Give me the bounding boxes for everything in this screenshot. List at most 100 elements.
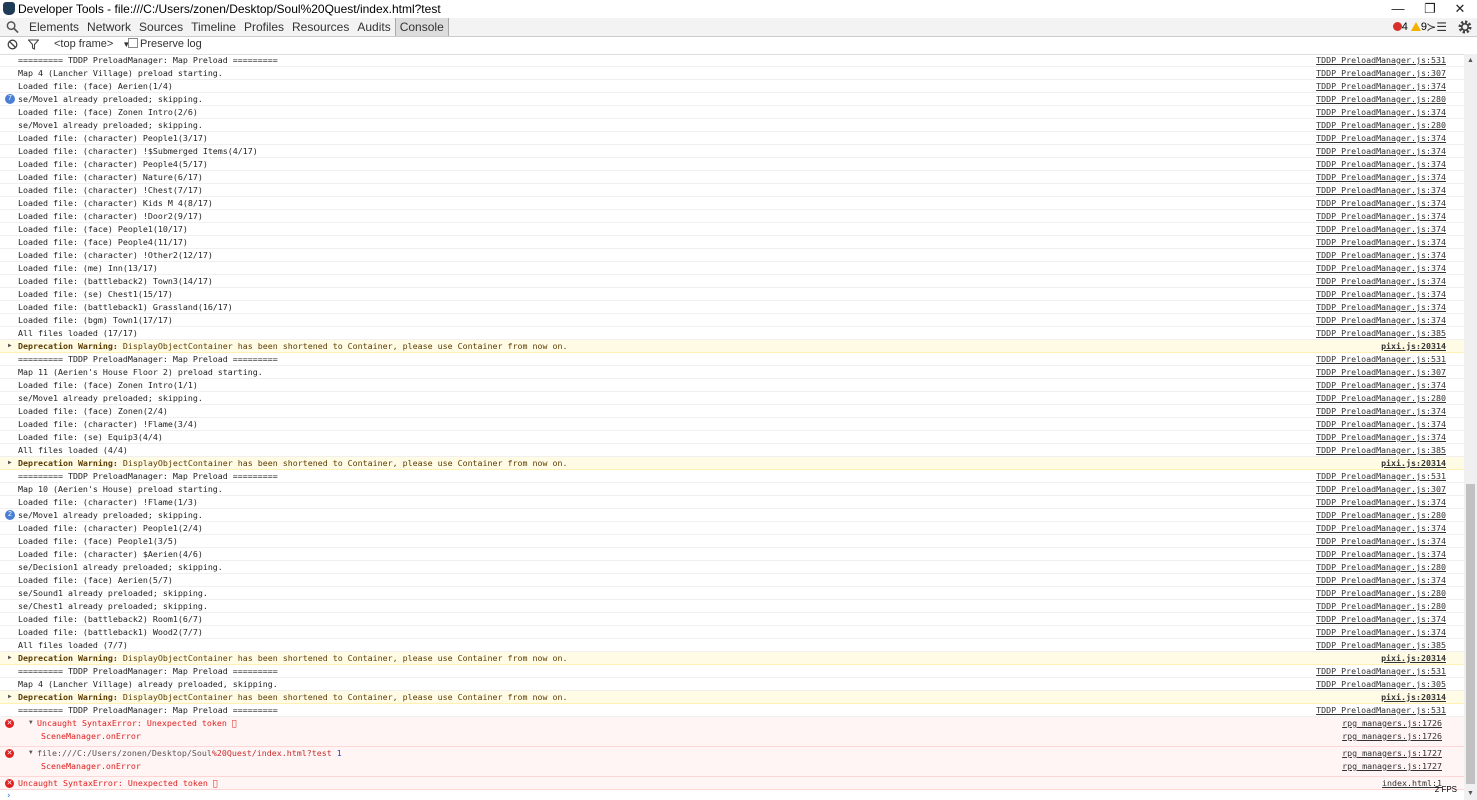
restore-button[interactable]: ❐	[1415, 0, 1445, 18]
error-source-link[interactable]: index.html:1	[1382, 777, 1442, 789]
source-link[interactable]: pixi.js:20314	[1381, 340, 1446, 352]
source-link[interactable]: TDDP PreloadManager.js:374	[1316, 574, 1446, 586]
console-log-row[interactable]: ========= TDDP PreloadManager: Map Prelo…	[0, 665, 1464, 678]
source-link[interactable]: TDDP PreloadManager.js:374	[1316, 275, 1446, 287]
console-log-row[interactable]: Loaded file: (character) !Other2(12/17) T…	[0, 249, 1464, 262]
source-link[interactable]: TDDP PreloadManager.js:385	[1316, 444, 1446, 456]
console-log-row[interactable]: se/Decision1 already preloaded; skipping…	[0, 561, 1464, 574]
source-link[interactable]: TDDP PreloadManager.js:531	[1316, 353, 1446, 365]
console-log-row[interactable]: Loaded file: (bgm) Town1(17/17) TDDP Prel…	[0, 314, 1464, 327]
issue-counts[interactable]: 4 9	[1392, 18, 1427, 36]
console-log-row[interactable]: se/Move1 already preloaded; skipping. TDD…	[0, 119, 1464, 132]
scroll-up-arrow-icon[interactable]: ▲	[1467, 57, 1474, 64]
console-log-row[interactable]: Loaded file: (face) People1(3/5) TDDP Pre…	[0, 535, 1464, 548]
console-log-row[interactable]: Loaded file: (character) $Aerien(4/6) TDD…	[0, 548, 1464, 561]
source-link[interactable]: TDDP PreloadManager.js:374	[1316, 249, 1446, 261]
tab-sources[interactable]: Sources	[135, 18, 187, 36]
source-link[interactable]: TDDP PreloadManager.js:374	[1316, 314, 1446, 326]
source-link[interactable]: TDDP PreloadManager.js:374	[1316, 197, 1446, 209]
console-warning-row[interactable]: ▶ Deprecation Warning: DisplayObjectConta…	[0, 340, 1464, 353]
source-link[interactable]: pixi.js:20314	[1381, 457, 1446, 469]
console-warning-row[interactable]: ▶ Deprecation Warning: DisplayObjectConta…	[0, 652, 1464, 665]
expand-triangle-icon[interactable]: ▶	[8, 652, 12, 664]
source-link[interactable]: TDDP PreloadManager.js:374	[1316, 80, 1446, 92]
source-link[interactable]: TDDP PreloadManager.js:374	[1316, 379, 1446, 391]
tab-resources[interactable]: Resources	[288, 18, 353, 36]
stack-frame-link[interactable]: rpg managers.js:1726	[1342, 730, 1442, 742]
error-source-link[interactable]: rpg managers.js:1726	[1342, 717, 1442, 729]
console-log-row[interactable]: Loaded file: (character) People1(3/17) TD…	[0, 132, 1464, 145]
source-link[interactable]: TDDP PreloadManager.js:305	[1316, 678, 1446, 690]
scrollbar-thumb[interactable]	[1466, 484, 1475, 784]
console-log-row[interactable]: All files loaded (17/17) TDDP PreloadMana…	[0, 327, 1464, 340]
console-log-row[interactable]: Loaded file: (character) !$Submerged Ite…	[0, 145, 1464, 158]
source-link[interactable]: TDDP PreloadManager.js:280	[1316, 587, 1446, 599]
source-link[interactable]: TDDP PreloadManager.js:307	[1316, 483, 1446, 495]
console-log-row[interactable]: ========= TDDP PreloadManager: Map Prelo…	[0, 353, 1464, 366]
console-log-row[interactable]: Loaded file: (battleback2) Room1(6/7) TDD…	[0, 613, 1464, 626]
console-log-row[interactable]: Loaded file: (face) Zonen(2/4) TDDP Prelo…	[0, 405, 1464, 418]
source-link[interactable]: TDDP PreloadManager.js:280	[1316, 600, 1446, 612]
console-error-row[interactable]: ✕ ▼ file:///C:/Users/zonen/Desktop/Soul%…	[0, 747, 1464, 760]
source-link[interactable]: TDDP PreloadManager.js:374	[1316, 496, 1446, 508]
expand-triangle-icon[interactable]: ▶	[8, 340, 12, 352]
source-link[interactable]: TDDP PreloadManager.js:374	[1316, 288, 1446, 300]
scroll-down-arrow-icon[interactable]: ▼	[1467, 790, 1474, 797]
source-link[interactable]: TDDP PreloadManager.js:374	[1316, 522, 1446, 534]
close-button[interactable]: ✕	[1445, 0, 1475, 18]
console-log-row[interactable]: Loaded file: (character) !Flame(3/4) TDDP…	[0, 418, 1464, 431]
source-link[interactable]: TDDP PreloadManager.js:280	[1316, 561, 1446, 573]
source-link[interactable]: TDDP PreloadManager.js:374	[1316, 184, 1446, 196]
console-log-row[interactable]: Loaded file: (face) People1(10/17) TDDP P…	[0, 223, 1464, 236]
console-log-row[interactable]: Loaded file: (character) !Flame(1/3) TDDP…	[0, 496, 1464, 509]
console-log-row[interactable]: se/Move1 already preloaded; skipping. TDD…	[0, 392, 1464, 405]
source-link[interactable]: TDDP PreloadManager.js:385	[1316, 639, 1446, 651]
expand-triangle-icon[interactable]: ▼	[29, 747, 33, 759]
source-link[interactable]: TDDP PreloadManager.js:374	[1316, 548, 1446, 560]
console-prompt-icon[interactable]: ›	[6, 790, 11, 800]
source-link[interactable]: TDDP PreloadManager.js:374	[1316, 431, 1446, 443]
console-log-row[interactable]: Loaded file: (character) !Door2(9/17) TDD…	[0, 210, 1464, 223]
console-log-row[interactable]: Loaded file: (face) Aerien(1/4) TDDP Prel…	[0, 80, 1464, 93]
console-prompt-row[interactable]: ›	[0, 790, 1464, 800]
console-error-row[interactable]: ✕ Uncaught SyntaxError: Unexpected token…	[0, 777, 1464, 790]
console-log-row[interactable]: Loaded file: (battleback1) Wood2(7/7) TDD…	[0, 626, 1464, 639]
tab-timeline[interactable]: Timeline	[187, 18, 240, 36]
console-warning-row[interactable]: ▶ Deprecation Warning: DisplayObjectConta…	[0, 457, 1464, 470]
preserve-log-checkbox[interactable]	[128, 38, 138, 48]
console-drawer-icon[interactable]: ≻☰	[1426, 18, 1447, 36]
source-link[interactable]: TDDP PreloadManager.js:374	[1316, 223, 1446, 235]
source-link[interactable]: TDDP PreloadManager.js:374	[1316, 158, 1446, 170]
source-link[interactable]: TDDP PreloadManager.js:531	[1316, 54, 1446, 66]
source-link[interactable]: TDDP PreloadManager.js:374	[1316, 106, 1446, 118]
source-link[interactable]: TDDP PreloadManager.js:374	[1316, 613, 1446, 625]
source-link[interactable]: TDDP PreloadManager.js:374	[1316, 145, 1446, 157]
console-log-row[interactable]: Loaded file: (character) Kids M 4(8/17) T…	[0, 197, 1464, 210]
source-link[interactable]: TDDP PreloadManager.js:307	[1316, 67, 1446, 79]
source-link[interactable]: TDDP PreloadManager.js:531	[1316, 665, 1446, 677]
source-link[interactable]: TDDP PreloadManager.js:385	[1316, 327, 1446, 339]
source-link[interactable]: TDDP PreloadManager.js:374	[1316, 301, 1446, 313]
console-log-row[interactable]: Loaded file: (face) Aerien(5/7) TDDP Prel…	[0, 574, 1464, 587]
source-link[interactable]: TDDP PreloadManager.js:374	[1316, 626, 1446, 638]
console-log-row[interactable]: se/Sound1 already preloaded; skipping. TD…	[0, 587, 1464, 600]
console-log-row[interactable]: Loaded file: (character) People1(2/4) TDD…	[0, 522, 1464, 535]
source-link[interactable]: TDDP PreloadManager.js:374	[1316, 236, 1446, 248]
expand-triangle-icon[interactable]: ▶	[8, 691, 12, 703]
console-messages[interactable]: ========= TDDP PreloadManager: Map Prelo…	[0, 54, 1464, 800]
source-link[interactable]: TDDP PreloadManager.js:374	[1316, 405, 1446, 417]
source-link[interactable]: TDDP PreloadManager.js:374	[1316, 210, 1446, 222]
error-group[interactable]: ✕ ▼ Uncaught SyntaxError: Unexpected tok…	[0, 717, 1464, 747]
filter-icon[interactable]	[28, 39, 39, 50]
source-link[interactable]: TDDP PreloadManager.js:374	[1316, 418, 1446, 430]
source-link[interactable]: pixi.js:20314	[1381, 652, 1446, 664]
source-link[interactable]: TDDP PreloadManager.js:374	[1316, 262, 1446, 274]
source-link[interactable]: TDDP PreloadManager.js:531	[1316, 704, 1446, 716]
console-log-row[interactable]: se/Chest1 already preloaded; skipping. TD…	[0, 600, 1464, 613]
tab-profiles[interactable]: Profiles	[240, 18, 288, 36]
source-link[interactable]: TDDP PreloadManager.js:531	[1316, 470, 1446, 482]
console-log-row[interactable]: Loaded file: (face) Zonen Intro(2/6) TDDP…	[0, 106, 1464, 119]
console-log-row[interactable]: Map 4 (Lancher Village) already preloade…	[0, 678, 1464, 691]
console-log-row[interactable]: Loaded file: (battleback2) Town3(14/17) T…	[0, 275, 1464, 288]
console-log-row[interactable]: 7 se/Move1 already preloaded; skipping. TD…	[0, 93, 1464, 106]
